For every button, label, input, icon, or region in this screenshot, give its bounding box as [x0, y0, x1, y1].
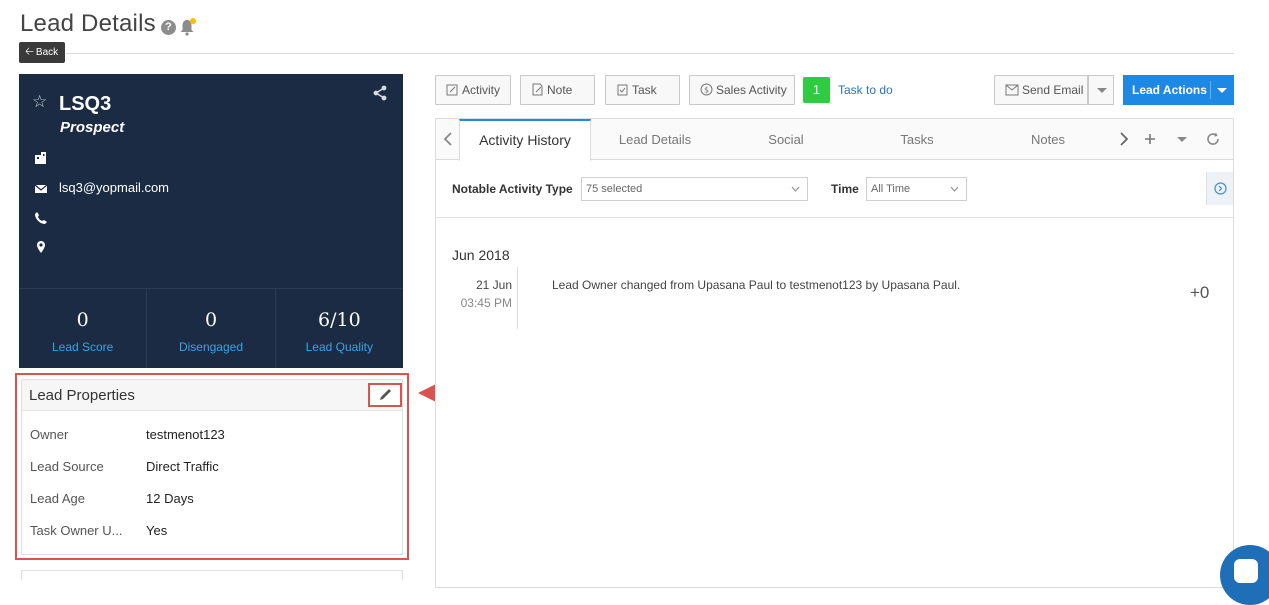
circle-arrow-right-icon [1214, 182, 1227, 195]
tab-bar: Activity History Lead Details Social Tas… [436, 119, 1233, 161]
svg-text:$: $ [704, 86, 709, 95]
tab-scroll-left[interactable] [436, 119, 460, 159]
envelope-icon [1005, 84, 1019, 96]
activity-time: 03:45 PM [460, 296, 512, 310]
pencil-icon [380, 389, 391, 400]
company-icon [34, 151, 48, 165]
lead-actions-label: Lead Actions [1132, 83, 1207, 97]
metric-lead-quality: 6/10 Lead Quality [276, 289, 403, 368]
tab-social[interactable]: Social [723, 119, 849, 160]
activity-button[interactable]: Activity [435, 75, 511, 105]
chevron-down-icon [950, 186, 959, 192]
edit-properties-button[interactable] [368, 383, 402, 407]
chevron-down-icon [791, 186, 800, 192]
task-count-badge[interactable]: 1 [803, 77, 830, 103]
share-icon[interactable] [371, 84, 389, 102]
tab-tasks[interactable]: Tasks [854, 119, 980, 160]
lead-metrics: 0 Lead Score 0 Disengaged 6/10 Lead Qual… [19, 288, 403, 368]
help-icon[interactable]: ? [161, 20, 176, 35]
note-icon [532, 83, 543, 96]
metric-disengaged: 0 Disengaged [147, 289, 276, 368]
tab-notes[interactable]: Notes [985, 119, 1111, 160]
metric-label[interactable]: Lead Score [19, 340, 146, 354]
lead-properties-header: Lead Properties [22, 380, 402, 411]
chevron-down-icon [1217, 88, 1227, 93]
lead-properties-panel: Lead Properties Owner testmenot123 Lead … [21, 379, 403, 555]
lead-email[interactable]: lsq3@yopmail.com [59, 180, 169, 195]
send-email-dropdown[interactable] [1088, 75, 1114, 105]
next-panel-edge [21, 570, 403, 580]
task-label: Task [632, 83, 657, 97]
lead-stage: Prospect [60, 119, 125, 136]
apply-filter-button[interactable] [1206, 172, 1233, 205]
metric-value: 6/10 [317, 309, 361, 331]
activity-icon [446, 84, 458, 96]
activity-label: Activity [462, 83, 501, 97]
metric-value: 0 [76, 309, 89, 331]
notable-activity-type-label: Notable Activity Type [452, 182, 573, 196]
metric-label[interactable]: Disengaged [147, 340, 274, 354]
email-icon [34, 182, 48, 196]
metric-value: 0 [204, 309, 218, 331]
property-label: Lead Source [30, 459, 104, 474]
task-button[interactable]: Task [605, 75, 680, 105]
lead-name: LSQ3 [59, 93, 112, 115]
location-pin-icon [34, 240, 48, 254]
time-label: Time [831, 182, 859, 196]
property-value: Yes [146, 523, 168, 538]
task-to-do-link[interactable]: Task to do [838, 83, 893, 97]
lead-summary-card: ☆ LSQ3 Prospect lsq3@yopmail.com 0 Lead … [19, 74, 403, 368]
lead-properties-title: Lead Properties [29, 387, 135, 404]
note-label: Note [547, 83, 573, 97]
page-title: Lead Details [20, 10, 156, 37]
phone-icon [34, 211, 48, 225]
note-button[interactable]: Note [520, 75, 595, 105]
star-icon[interactable]: ☆ [32, 92, 47, 112]
property-label: Task Owner U... [30, 523, 123, 538]
notable-activity-type-select[interactable]: 75 selected [581, 177, 808, 201]
timeline-line [517, 267, 518, 329]
activity-description: Lead Owner changed from Upasana Paul to … [552, 278, 961, 292]
send-email-button[interactable]: Send Email [994, 75, 1088, 105]
metric-lead-score: 0 Lead Score [19, 289, 148, 368]
activity-date: 21 Jun [475, 278, 512, 292]
property-value: Direct Traffic [146, 459, 219, 474]
chevron-right-icon[interactable] [1116, 131, 1132, 147]
dollar-icon: $ [700, 83, 713, 96]
back-button[interactable]: 🡠 Back [19, 42, 65, 63]
chat-widget-button[interactable] [1220, 545, 1269, 605]
property-label: Owner [30, 427, 69, 442]
bell-icon[interactable] [178, 17, 198, 37]
sales-activity-button[interactable]: $ Sales Activity [689, 75, 795, 105]
send-email-label: Send Email [1022, 83, 1084, 97]
plus-icon[interactable] [1142, 131, 1158, 147]
lead-actions-button[interactable]: Lead Actions [1123, 75, 1234, 105]
back-label: Back [35, 47, 59, 58]
select-value: 75 selected [586, 183, 643, 195]
metric-label[interactable]: Lead Quality [276, 340, 403, 354]
activity-score: +0 [1190, 283, 1210, 302]
caret-down-icon[interactable] [1174, 131, 1190, 147]
time-select[interactable]: All Time [866, 177, 967, 201]
arrow-left-icon: 🡠 [25, 46, 34, 58]
chevron-left-icon [443, 132, 452, 146]
header-divider [66, 53, 1234, 54]
activity-month-heading: Jun 2018 [452, 247, 510, 263]
property-value: testmenot123 [146, 427, 225, 442]
property-value: 12 Days [146, 491, 194, 506]
tab-activity-history[interactable]: Activity History [459, 119, 591, 161]
task-icon [617, 84, 628, 96]
select-value: All Time [871, 183, 911, 195]
activity-filter-bar: Notable Activity Type 75 selected Time A… [436, 160, 1233, 218]
property-label: Lead Age [30, 491, 85, 506]
sales-activity-label: Sales Activity [716, 83, 787, 97]
activity-panel: Activity History Lead Details Social Tas… [435, 118, 1234, 588]
refresh-icon[interactable] [1205, 131, 1221, 147]
tab-lead-details[interactable]: Lead Details [591, 119, 719, 160]
